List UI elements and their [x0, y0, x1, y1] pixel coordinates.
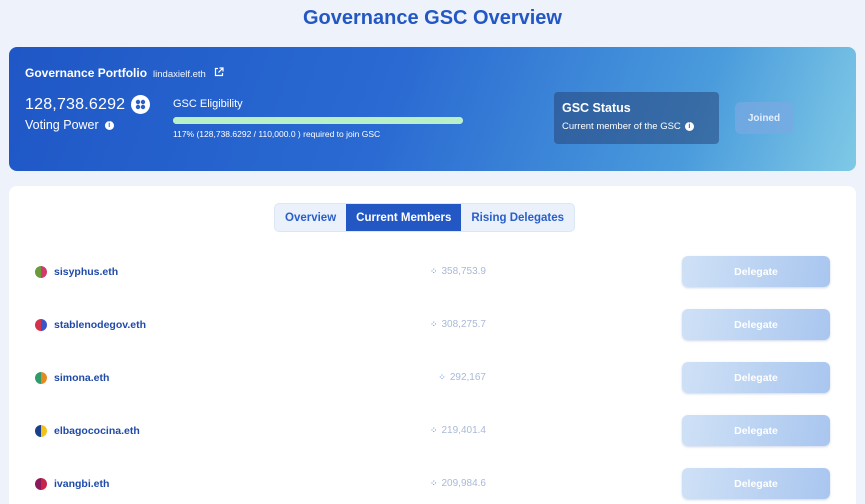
- info-icon[interactable]: i: [104, 120, 114, 130]
- voting-power-amount-row: 128,738.6292: [25, 95, 151, 114]
- delegate-button[interactable]: Delegate: [682, 415, 830, 446]
- gsc-status-box: GSC Status Current member of the GSC i: [554, 92, 719, 144]
- tab-rising-delegates[interactable]: Rising Delegates: [461, 204, 574, 231]
- voting-power: ⁘ 308,275.7: [430, 319, 486, 330]
- voting-power-icon: ⁘: [429, 319, 438, 329]
- gsc-eligibility-progress-fill: [173, 117, 463, 124]
- member-name[interactable]: stablenodegov.eth: [54, 319, 146, 331]
- delegate-button[interactable]: Delegate: [682, 362, 830, 393]
- delegate-button[interactable]: Delegate: [682, 309, 830, 340]
- voting-power-value: 209,984.6: [441, 478, 487, 489]
- governance-portfolio-card: Governance Portfolio lindaxielf.eth 128,…: [9, 47, 856, 171]
- voting-power-value: 219,401.4: [441, 425, 487, 436]
- gsc-status-title: GSC Status: [562, 101, 631, 115]
- voting-power-value: 292,167: [449, 372, 486, 383]
- tab-current-members[interactable]: Current Members: [346, 204, 462, 231]
- delegate-button[interactable]: Delegate: [682, 256, 830, 287]
- voting-power-label-row: Voting Power i: [25, 118, 114, 132]
- external-link-icon[interactable]: [214, 67, 224, 77]
- member-name[interactable]: simona.eth: [54, 372, 109, 384]
- gsc-eligibility-progress-bar: [173, 117, 463, 124]
- list-item: sisyphus.eth ⁘ 358,753.9 Delegate: [9, 256, 856, 288]
- info-icon[interactable]: i: [684, 122, 694, 131]
- avatar: [35, 319, 47, 331]
- voting-power-label: Voting Power: [25, 118, 99, 132]
- joined-button[interactable]: Joined: [735, 102, 793, 134]
- avatar: [35, 266, 47, 278]
- elf-token-icon: [131, 95, 151, 114]
- portfolio-ens-link[interactable]: lindaxielf.eth: [153, 69, 206, 80]
- page-title: Governance GSC Overview: [302, 7, 562, 29]
- voting-power: ⁘ 358,753.9: [430, 266, 486, 277]
- delegate-button[interactable]: Delegate: [682, 468, 830, 499]
- list-item: ivangbi.eth ⁘ 209,984.6 Delegate: [9, 468, 856, 500]
- gsc-status-row: Current member of the GSC i: [562, 121, 711, 132]
- voting-power-icon: ⁘: [429, 266, 438, 276]
- members-card: Overview Current Members Rising Delegate…: [9, 186, 856, 504]
- voting-power-icon: ⁘: [429, 425, 438, 435]
- member-name[interactable]: ivangbi.eth: [54, 478, 109, 490]
- voting-power-value: 358,753.9: [441, 266, 487, 277]
- member-name[interactable]: elbagococina.eth: [54, 425, 140, 437]
- portfolio-header: Governance Portfolio lindaxielf.eth: [25, 66, 224, 80]
- portfolio-title: Governance Portfolio: [25, 66, 148, 80]
- avatar: [35, 425, 47, 437]
- gsc-status-text: Current member of the GSC: [562, 121, 681, 132]
- voting-power-icon: ⁘: [438, 372, 446, 382]
- voting-power: ⁘ 209,984.6: [430, 478, 486, 489]
- list-item: elbagococina.eth ⁘ 219,401.4 Delegate: [9, 415, 856, 447]
- voting-power-icon: ⁘: [429, 478, 438, 488]
- voting-power-amount: 128,738.6292: [25, 95, 126, 113]
- tab-bar: Overview Current Members Rising Delegate…: [274, 203, 576, 232]
- list-item: stablenodegov.eth ⁘ 308,275.7 Delegate: [9, 309, 856, 341]
- voting-power: ⁘ 292,167: [438, 372, 486, 383]
- voting-power: ⁘ 219,401.4: [430, 425, 486, 436]
- gsc-eligibility-title: GSC Eligibility: [173, 98, 243, 110]
- list-item: simona.eth ⁘ 292,167 Delegate: [9, 362, 856, 394]
- voting-power-value: 308,275.7: [441, 319, 487, 330]
- tab-overview[interactable]: Overview: [275, 204, 346, 231]
- avatar: [35, 478, 47, 490]
- member-name[interactable]: sisyphus.eth: [54, 266, 118, 278]
- avatar: [35, 372, 47, 384]
- gsc-eligibility-note: 117% (128,738.6292 / 110,000.0 ) require…: [173, 129, 381, 139]
